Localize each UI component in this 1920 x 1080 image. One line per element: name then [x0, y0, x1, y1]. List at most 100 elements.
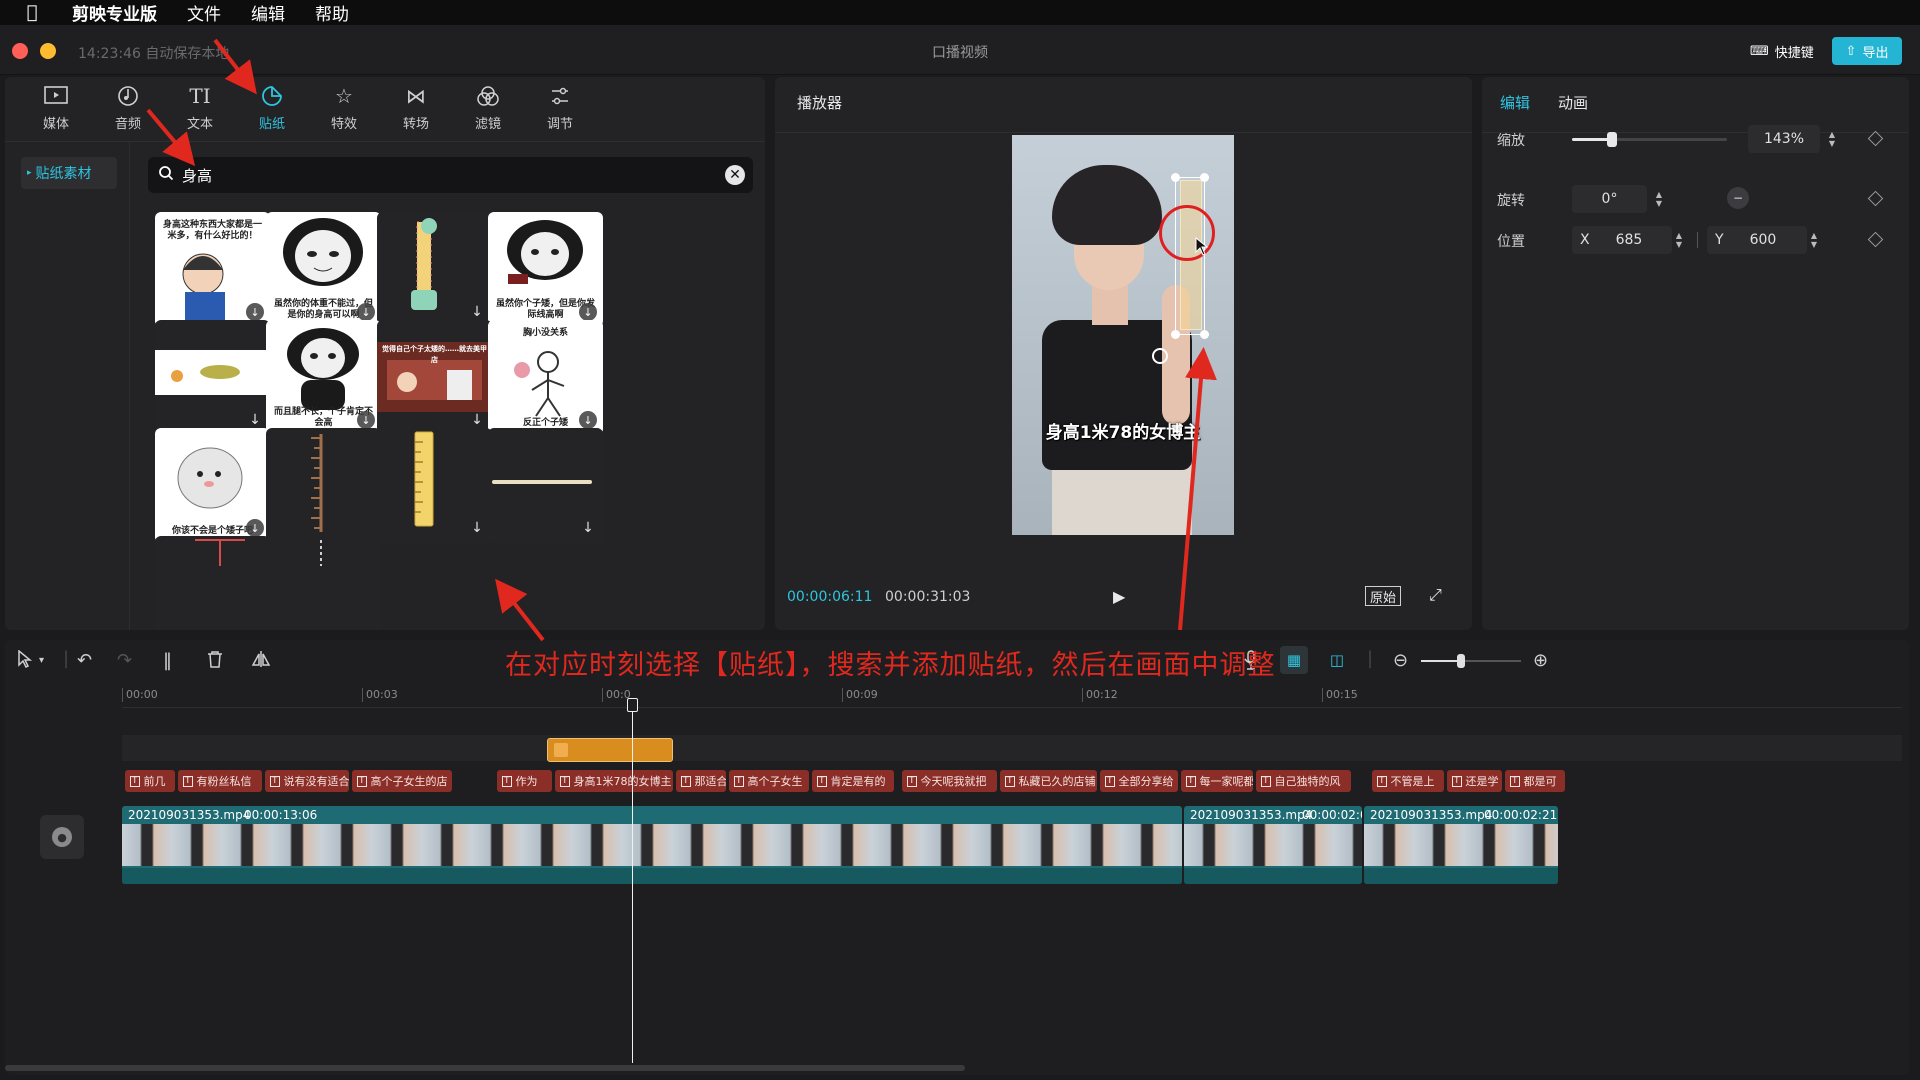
- scale-input[interactable]: 143%: [1748, 125, 1820, 153]
- download-icon[interactable]: ↓: [246, 303, 264, 321]
- zoom-in-icon[interactable]: ⊕: [1533, 650, 1548, 671]
- download-icon[interactable]: ↓: [579, 303, 597, 321]
- delete-icon[interactable]: [207, 650, 223, 673]
- sticker-item[interactable]: 而且腿不长，个子肯定不会高 ↓: [266, 320, 381, 435]
- position-y-input[interactable]: Y 600: [1707, 226, 1807, 254]
- sticker-item[interactable]: 身高这种东西大家都是一米多，有什么好比的！ ↓: [155, 212, 270, 327]
- menu-file[interactable]: 文件: [187, 0, 221, 25]
- sticker-item[interactable]: [266, 536, 381, 630]
- tab-media[interactable]: 媒体: [20, 77, 92, 137]
- sticker-item[interactable]: 虽然你的体重不能过，但是你的身高可以啊 ↓: [266, 212, 381, 327]
- resize-handle[interactable]: [1171, 173, 1180, 182]
- subtitle-clip[interactable]: T 身高1米78的女博主: [555, 770, 673, 792]
- zoom-out-icon[interactable]: ⊖: [1393, 650, 1408, 671]
- scale-keyframe-icon[interactable]: [1867, 130, 1884, 147]
- linkage-icon[interactable]: ◫: [1323, 646, 1351, 674]
- download-icon[interactable]: ↓: [579, 519, 597, 537]
- menu-help[interactable]: 帮助: [315, 0, 349, 25]
- subtitle-clip[interactable]: T 那适合: [676, 770, 726, 792]
- export-button[interactable]: ⇧ 导出: [1832, 37, 1902, 65]
- sidebar-item-sticker-material[interactable]: ▸ 贴纸素材: [21, 157, 117, 189]
- download-icon[interactable]: ↓: [357, 303, 375, 321]
- sticker-item[interactable]: ↓: [377, 428, 492, 543]
- subtitle-clip[interactable]: T 还是学: [1447, 770, 1502, 792]
- fullscreen-icon[interactable]: ⤢: [1429, 585, 1442, 605]
- split-icon[interactable]: ‖: [163, 650, 172, 671]
- menu-edit[interactable]: 编辑: [251, 0, 285, 25]
- y-stepper-icon[interactable]: ▲ ▼: [1809, 231, 1819, 249]
- track-mute-button[interactable]: ●: [40, 815, 84, 859]
- subtitle-clip[interactable]: T 高个子女生的店: [352, 770, 452, 792]
- zoom-slider[interactable]: [1421, 654, 1521, 668]
- original-ratio-button[interactable]: 原始: [1365, 586, 1402, 606]
- subtitle-clip[interactable]: T 每一家呢都: [1181, 770, 1253, 792]
- scale-stepper-icon[interactable]: ▲ ▼: [1827, 130, 1837, 148]
- sticker-item[interactable]: 你该不会是个矮子吧 ↓: [155, 428, 270, 543]
- timeline-scrollbar[interactable]: [5, 1065, 965, 1071]
- menu-app-name[interactable]: 剪映专业版: [72, 0, 157, 25]
- sticker-item[interactable]: 胸小没关系 反正个子矮 ↓: [488, 320, 603, 435]
- sticker-item[interactable]: [266, 428, 381, 543]
- video-clip[interactable]: 202109031353.mp4 00:00:13:06: [122, 806, 1182, 884]
- subtitle-clip[interactable]: T 全部分享给: [1100, 770, 1178, 792]
- download-icon[interactable]: ↓: [468, 303, 486, 321]
- select-cursor-icon[interactable]: [17, 649, 33, 673]
- sticker-search-input[interactable]: 身高 ✕: [148, 157, 753, 193]
- resize-handle[interactable]: [1171, 330, 1180, 339]
- subtitle-clip[interactable]: T 前几: [125, 770, 175, 792]
- download-icon[interactable]: ↓: [579, 411, 597, 429]
- time-ruler[interactable]: 00:00 00:03 00:0 00:09 00:12 00:15: [122, 688, 1902, 708]
- tab-adjust[interactable]: 调节: [524, 77, 596, 137]
- tab-effects[interactable]: ☆ 特效: [308, 77, 380, 137]
- subtitle-clip[interactable]: T 都是可: [1505, 770, 1565, 792]
- rotate-dial-icon[interactable]: −: [1727, 187, 1749, 209]
- playhead-handle[interactable]: [627, 698, 638, 712]
- resize-handle[interactable]: [1200, 173, 1209, 182]
- video-clip[interactable]: 202109031353.mp4 00:00:02:0: [1184, 806, 1362, 884]
- download-icon[interactable]: ↓: [468, 519, 486, 537]
- sticker-item[interactable]: 觉得自己个子太矮的……就去美甲店 ↓: [377, 320, 492, 435]
- redo-icon[interactable]: ↷: [117, 650, 132, 671]
- position-x-input[interactable]: X 685: [1572, 226, 1672, 254]
- tab-text[interactable]: TI 文本: [164, 77, 236, 137]
- position-keyframe-icon[interactable]: [1867, 231, 1884, 248]
- tab-animation[interactable]: 动画: [1558, 92, 1588, 113]
- sticker-item[interactable]: 虽然你个子矮，但是你发际线高啊 ↓: [488, 212, 603, 327]
- tab-transition[interactable]: ⋈ 转场: [380, 77, 452, 137]
- subtitle-clip[interactable]: T 自己独特的风: [1256, 770, 1351, 792]
- download-icon[interactable]: ↓: [246, 519, 264, 537]
- download-icon[interactable]: ↓: [468, 411, 486, 429]
- undo-icon[interactable]: ↶: [77, 650, 92, 671]
- subtitle-clip[interactable]: T 肯定是有的: [812, 770, 894, 792]
- rotate-input[interactable]: 0°: [1572, 185, 1647, 213]
- subtitle-clip[interactable]: T 作为: [497, 770, 552, 792]
- sticker-item[interactable]: ↓: [377, 212, 492, 327]
- sticker-item[interactable]: ↓: [488, 428, 603, 543]
- sticker-clip[interactable]: [547, 738, 673, 762]
- subtitle-clip[interactable]: T 有粉丝私信: [178, 770, 262, 792]
- subtitle-clip[interactable]: T 不管是上: [1372, 770, 1444, 792]
- tab-filter[interactable]: 滤镜: [452, 77, 524, 137]
- video-clip[interactable]: 202109031353.mp4 00:00:02:21: [1364, 806, 1558, 884]
- tab-sticker[interactable]: 贴纸: [236, 77, 308, 137]
- playhead[interactable]: [632, 703, 633, 1063]
- auto-snap-icon[interactable]: ▦: [1280, 646, 1308, 674]
- x-stepper-icon[interactable]: ▲ ▼: [1674, 231, 1684, 249]
- sticker-item[interactable]: ↓: [155, 320, 270, 435]
- tab-edit[interactable]: 编辑: [1500, 92, 1530, 113]
- rotate-handle-icon[interactable]: [1152, 348, 1168, 364]
- subtitle-clip[interactable]: T 私藏已久的店铺: [1000, 770, 1097, 792]
- subtitle-clip[interactable]: T 说有没有适合: [265, 770, 349, 792]
- sticker-item[interactable]: [155, 536, 270, 630]
- rotate-keyframe-icon[interactable]: [1867, 190, 1884, 207]
- clear-search-icon[interactable]: ✕: [725, 165, 745, 185]
- tab-audio[interactable]: 音频: [92, 77, 164, 137]
- rotate-stepper-icon[interactable]: ▲ ▼: [1654, 190, 1664, 208]
- download-icon[interactable]: ↓: [246, 411, 264, 429]
- play-icon[interactable]: ▶: [1113, 587, 1125, 606]
- mirror-icon[interactable]: [251, 650, 271, 673]
- subtitle-clip[interactable]: T 高个子女生: [729, 770, 809, 792]
- chevron-down-icon[interactable]: ▾: [39, 655, 44, 666]
- scale-slider[interactable]: [1572, 132, 1727, 147]
- resize-handle[interactable]: [1200, 330, 1209, 339]
